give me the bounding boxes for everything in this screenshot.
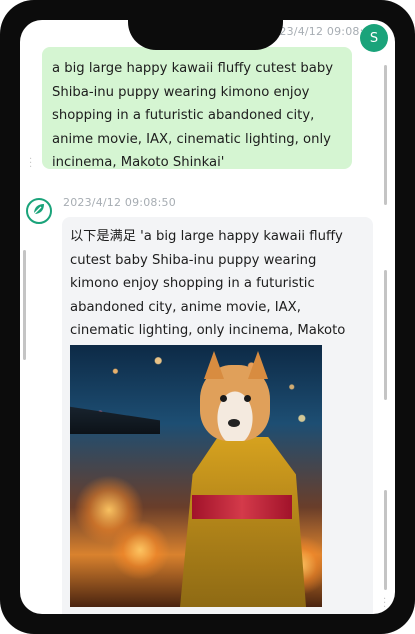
user-avatar-letter: S bbox=[369, 30, 379, 46]
shiba-eye bbox=[220, 395, 227, 402]
bot-avatar bbox=[26, 198, 52, 224]
user-avatar[interactable]: S bbox=[360, 24, 388, 52]
shiba-ear bbox=[248, 351, 268, 379]
roof-shape bbox=[70, 406, 160, 434]
generated-image[interactable] bbox=[70, 345, 322, 607]
scrollbar-right[interactable] bbox=[384, 490, 387, 590]
scrollbar-right[interactable] bbox=[384, 270, 387, 400]
bot-message-bubble[interactable]: 以下是满足 'a big large happy kawaii fluffy c… bbox=[62, 217, 373, 614]
shiba-eye bbox=[244, 395, 251, 402]
obi-shape bbox=[192, 495, 292, 519]
scrollbar-right[interactable] bbox=[384, 65, 387, 205]
leaf-icon bbox=[31, 201, 47, 221]
phone-notch bbox=[128, 0, 283, 50]
lantern-glow bbox=[110, 520, 170, 580]
bot-message-timestamp: 2023/4/12 09:08:50 bbox=[63, 196, 176, 209]
shiba-ear bbox=[204, 351, 224, 379]
bot-message-text: 以下是满足 'a big large happy kawaii fluffy c… bbox=[70, 229, 346, 362]
phone-frame: 2023/4/12 09:08:44 S a big large happy k… bbox=[0, 0, 415, 634]
chat-screen: 2023/4/12 09:08:44 S a big large happy k… bbox=[20, 20, 395, 614]
kimono-shape bbox=[180, 437, 306, 607]
user-message-bubble[interactable]: a big large happy kawaii fluffy cutest b… bbox=[42, 47, 352, 170]
shiba-nose bbox=[228, 419, 240, 427]
message-menu-icon[interactable]: · · · bbox=[29, 155, 32, 173]
scrollbar-left[interactable] bbox=[23, 250, 26, 360]
user-message-text: a big large happy kawaii fluffy cutest b… bbox=[52, 61, 334, 170]
message-menu-icon[interactable]: · · · bbox=[383, 595, 386, 613]
